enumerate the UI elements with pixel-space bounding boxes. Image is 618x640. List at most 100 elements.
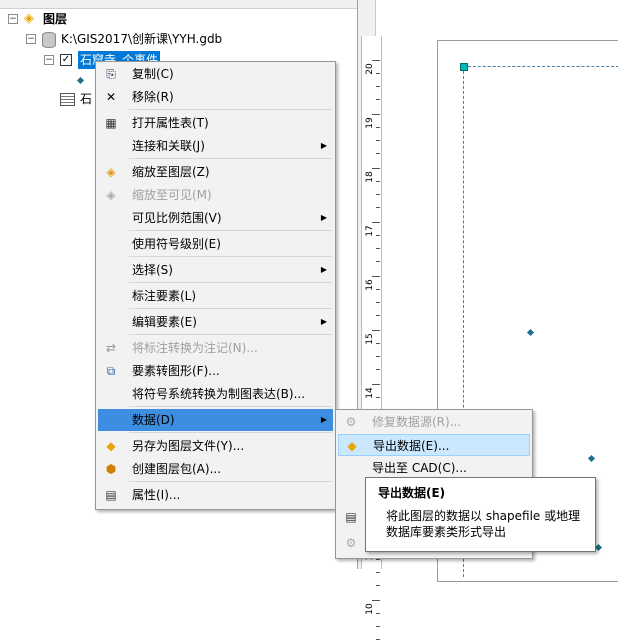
context-menu-item[interactable]: 可见比例范围(V) ▶ xyxy=(98,207,333,229)
context-menu-item[interactable]: 标注要素(L) xyxy=(98,285,333,307)
ruler-tick xyxy=(376,73,380,74)
database-icon xyxy=(42,32,56,48)
menu-item-label: 标注要素(L) xyxy=(132,289,197,303)
ruler-tick xyxy=(376,248,380,249)
selection-handle[interactable] xyxy=(460,63,468,71)
context-menu-item[interactable]: ▦ 打开属性表(T) xyxy=(98,112,333,134)
ruler-label: 10 xyxy=(365,603,375,615)
ruler-label: 18 xyxy=(365,171,375,183)
ruler-label: 17 xyxy=(365,225,375,237)
collapse-icon[interactable]: − xyxy=(8,14,18,24)
table-label: 石 xyxy=(80,92,93,106)
menu-separator xyxy=(129,432,332,433)
ruler-tick xyxy=(376,207,380,208)
ruler-tick xyxy=(376,315,380,316)
context-menu-item[interactable]: ⎘ 复制(C) xyxy=(98,63,333,85)
context-menu-item[interactable]: ⧉ 要素转图形(F)... xyxy=(98,360,333,382)
ruler-tick xyxy=(376,153,380,154)
menu-separator xyxy=(129,158,332,159)
ruler-tick xyxy=(372,276,380,277)
context-menu-item[interactable]: 数据(D) ▶ xyxy=(98,409,333,431)
ruler-tick xyxy=(376,181,380,182)
ruler-tick xyxy=(376,302,380,303)
data-submenu-item[interactable]: 导出至 CAD(C)... xyxy=(338,457,530,479)
menu-item-label: 将符号系统转换为制图表达(B)... xyxy=(132,387,306,401)
ruler-label: 20 xyxy=(365,63,375,75)
menu-item-label: 缩放至图层(Z) xyxy=(132,165,210,179)
layer-file-icon: ◆ xyxy=(106,439,116,453)
layer-package-icon: ⬢ xyxy=(105,462,117,476)
menu-item-label: 编辑要素(E) xyxy=(132,315,197,329)
ruler-tick xyxy=(376,235,380,236)
context-menu-item[interactable]: 选择(S) ▶ xyxy=(98,259,333,281)
ruler-label: 14 xyxy=(365,387,375,399)
copy-icon: ⎘ xyxy=(106,67,116,81)
ruler-tick xyxy=(376,140,380,141)
menu-item-label: 导出至 CAD(C)... xyxy=(372,461,467,475)
submenu-arrow-icon: ▶ xyxy=(320,265,327,274)
menu-separator xyxy=(129,230,332,231)
point-symbol-icon xyxy=(76,76,85,85)
menu-item-label: 可见比例范围(V) xyxy=(132,211,222,225)
menu-separator xyxy=(129,481,332,482)
features-to-graphics-icon: ⧉ xyxy=(106,364,116,378)
context-menu-item[interactable]: 连接和关联(J) ▶ xyxy=(98,135,333,157)
tooltip-title: 导出数据(E) xyxy=(378,486,446,500)
context-menu-item[interactable]: ✕ 移除(R) xyxy=(98,86,333,108)
ruler-tick xyxy=(372,384,380,385)
submenu-arrow-icon: ▶ xyxy=(320,415,327,424)
layers-icon: ◈ xyxy=(24,11,34,26)
ruler-tick xyxy=(376,86,380,87)
menu-item-label: 将标注转换为注记(N)... xyxy=(132,341,258,355)
ruler-tick xyxy=(372,60,380,61)
ruler-tick xyxy=(376,559,380,560)
view-item-icon: ▤ xyxy=(345,510,357,524)
menu-item-label: 修复数据源(R)... xyxy=(372,415,462,429)
ruler-tick xyxy=(376,261,380,262)
ruler-tick xyxy=(372,222,380,223)
collapse-icon[interactable]: − xyxy=(44,55,54,65)
menu-item-label: 创建图层包(A)... xyxy=(132,462,222,476)
layer-visibility-checkbox[interactable]: ✓ xyxy=(60,54,72,66)
data-submenu-item[interactable]: ⚙ 修复数据源(R)... xyxy=(338,411,530,433)
layers-root-label: 图层 xyxy=(43,12,68,26)
menu-separator xyxy=(129,256,332,257)
ruler-tick xyxy=(376,397,380,398)
menu-item-label: 另存为图层文件(Y)... xyxy=(132,439,245,453)
tooltip-body: 将此图层的数据以 shapefile 或地理数据库要素类形式导出 xyxy=(386,509,581,539)
ruler-tick xyxy=(372,114,380,115)
context-menu-item[interactable]: ◆ 另存为图层文件(Y)... xyxy=(98,435,333,457)
data-submenu-item[interactable]: ◆ 导出数据(E)... xyxy=(338,434,530,456)
context-menu-item[interactable]: ◈ 缩放至图层(Z) xyxy=(98,161,333,183)
context-menu-item[interactable]: 编辑要素(E) ▶ xyxy=(98,311,333,333)
view-icon: ⚙ xyxy=(345,536,357,550)
layer-context-menu: ⎘ 复制(C) ✕ 移除(R) ▦ 打开属性表(T) 连接和关联(J) ▶ ◈ 缩放至图层(Z) ◈… xyxy=(95,61,336,510)
export-data-tooltip: 导出数据(E) 将此图层的数据以 shapefile 或地理数据库要素类形式导出 xyxy=(365,477,596,552)
zoom-layer-icon: ◈ xyxy=(106,165,116,179)
ruler-tick xyxy=(376,613,380,614)
ruler-tick xyxy=(376,343,380,344)
context-menu-item[interactable]: ⬢ 创建图层包(A)... xyxy=(98,458,333,480)
ruler-label: 16 xyxy=(365,279,375,291)
context-menu-item[interactable]: 将符号系统转换为制图表达(B)... xyxy=(98,383,333,405)
context-menu-item[interactable]: ◈ 缩放至可见(M) xyxy=(98,184,333,206)
ruler-tick xyxy=(376,99,380,100)
ruler-tick xyxy=(376,626,380,627)
context-menu-item[interactable]: ▤ 属性(I)... xyxy=(98,484,333,506)
menu-separator xyxy=(129,406,332,407)
ruler-tick xyxy=(376,356,380,357)
menu-separator xyxy=(129,308,332,309)
ruler-tick xyxy=(376,127,380,128)
properties-icon: ▤ xyxy=(105,488,117,502)
ruler-tick xyxy=(376,194,380,195)
submenu-arrow-icon: ▶ xyxy=(320,317,327,326)
collapse-icon[interactable]: − xyxy=(26,34,36,44)
submenu-arrow-icon: ▶ xyxy=(320,141,327,150)
context-menu-item[interactable]: 使用符号级别(E) xyxy=(98,233,333,255)
context-menu-item[interactable]: ⇄ 将标注转换为注记(N)... xyxy=(98,337,333,359)
menu-separator xyxy=(129,282,332,283)
ruler-label: 15 xyxy=(365,333,375,345)
menu-item-label: 属性(I)... xyxy=(132,488,181,502)
gdb-path-label: K:\GIS2017\创新课\YYH.gdb xyxy=(61,32,223,46)
menu-item-label: 复制(C) xyxy=(132,67,174,81)
